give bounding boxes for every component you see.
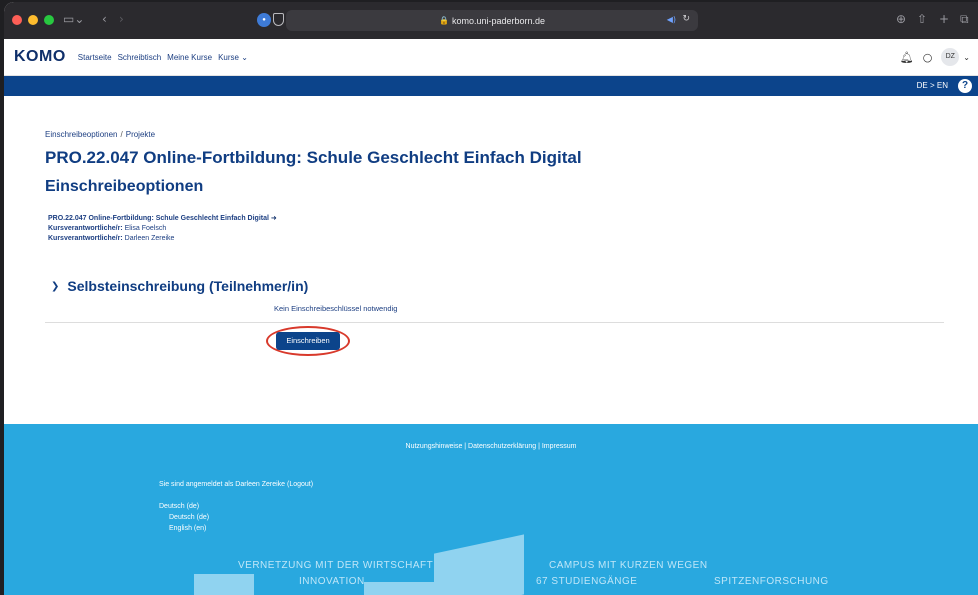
breadcrumb: Einschreibeoptionen / Projekte (45, 130, 155, 139)
chevron-down-icon[interactable]: ❯ (51, 281, 59, 292)
user-avatar[interactable]: DZ (941, 48, 960, 66)
language-switch-link[interactable]: DE > EN (917, 81, 948, 90)
campus-building-illustration (434, 534, 524, 595)
self-enrolment-title: Selbsteinschreibung (Teilnehmer/in) (67, 278, 309, 294)
breadcrumb-item[interactable]: Einschreibeoptionen (45, 130, 118, 139)
enter-course-icon[interactable]: ➜ (271, 214, 277, 222)
lock-icon: 🔒 (438, 16, 449, 25)
url-text: komo.uni-paderborn.de (451, 15, 546, 26)
course-name-link[interactable]: PRO.22.047 Online-Fortbildung: Schule Ge… (48, 215, 269, 222)
breadcrumb-item[interactable]: Projekte (126, 130, 155, 139)
divider (45, 322, 944, 323)
campus-building-illustration (364, 582, 434, 595)
main-content: Einschreibeoptionen / Projekte PRO.22.047 … (4, 96, 978, 424)
browser-toolbar: ▭⌄ ‹ › ● 🔒 komo.uni-paderborn.de ◀) ↻ ⊕ … (4, 2, 978, 39)
nav-startseite[interactable]: Startseite (78, 53, 112, 62)
user-tools: 🔔︎ ○ DZ ⌄ (900, 48, 970, 66)
footer-slogan: SPITZENFORSCHUNG (714, 576, 829, 587)
share-icon[interactable]: ⇧ (917, 11, 927, 27)
new-tab-icon[interactable]: + (939, 11, 949, 27)
notification-bell-icon[interactable]: 🔔︎ (900, 51, 914, 64)
language-option-de[interactable]: Deutsch (de) (169, 514, 209, 521)
breadcrumb-separator: / (120, 130, 123, 139)
window-controls (12, 15, 54, 25)
close-window-button[interactable] (12, 15, 22, 25)
teacher-name-link[interactable]: Elisa Foelsch (125, 225, 167, 232)
address-bar[interactable]: 🔒 komo.uni-paderborn.de ◀) ↻ (286, 10, 698, 31)
teacher-row: Kursverantwortliche/r: Darleen Zereike (48, 234, 277, 244)
language-option-en[interactable]: English (en) (169, 525, 206, 532)
teacher-role: Kursverantwortliche/r: (48, 235, 123, 242)
browser-window: ▭⌄ ‹ › ● 🔒 komo.uni-paderborn.de ◀) ↻ ⊕ … (4, 2, 978, 595)
site-footer: Nutzungshinweise | Datenschutzerklärung … (4, 424, 978, 595)
login-info[interactable]: Sie sind angemeldet als Darleen Zereike … (159, 481, 313, 488)
nav-meine-kurse[interactable]: Meine Kurse (167, 53, 212, 62)
page-title: PRO.22.047 Online-Fortbildung: Schule Ge… (45, 148, 582, 167)
teacher-row: Kursverantwortliche/r: Elisa Foelsch (48, 224, 277, 234)
reload-icon[interactable]: ↻ (682, 14, 690, 24)
messages-icon[interactable]: ○ (923, 51, 933, 64)
nav-kurse-dropdown[interactable]: Kurse ⌄ (218, 53, 248, 62)
site-navbar: KOMO Startseite Schreibtisch Meine Kurse… (4, 39, 978, 76)
language-current[interactable]: Deutsch (de) (159, 503, 199, 510)
language-bar: DE > EN ? (4, 76, 978, 96)
footer-slogan: 67 STUDIENGÄNGE (536, 576, 638, 587)
privacy-shield-icon[interactable] (273, 13, 284, 26)
sidebar-toggle-icon[interactable]: ▭⌄ (63, 11, 84, 27)
zoom-window-button[interactable] (44, 15, 54, 25)
tab-overview-icon[interactable]: ⧉ (960, 11, 969, 27)
help-icon[interactable]: ? (958, 79, 972, 93)
footer-links[interactable]: Nutzungshinweise | Datenschutzerklärung … (4, 443, 978, 450)
back-icon[interactable]: ‹ (102, 11, 107, 27)
minimize-window-button[interactable] (28, 15, 38, 25)
footer-slogan: CAMPUS MIT KURZEN WEGEN (549, 560, 708, 571)
section-title: Einschreibeoptionen (45, 178, 204, 195)
forward-icon[interactable]: › (119, 11, 124, 27)
teacher-name-link[interactable]: Darleen Zereike (125, 235, 175, 242)
enrol-button[interactable]: Einschreiben (276, 332, 340, 350)
nav-schreibtisch[interactable]: Schreibtisch (118, 53, 162, 62)
audio-icon[interactable]: ◀) (667, 15, 676, 24)
no-enrolment-key-text: Kein Einschreibeschlüssel notwendig (274, 304, 398, 313)
course-info-box: PRO.22.047 Online-Fortbildung: Schule Ge… (48, 213, 277, 244)
footer-slogan: INNOVATION (299, 576, 365, 587)
teacher-role: Kursverantwortliche/r: (48, 225, 123, 232)
campus-building-illustration (194, 574, 254, 595)
download-icon[interactable]: ⊕ (896, 11, 906, 27)
user-menu-chevron-icon[interactable]: ⌄ (963, 53, 970, 62)
footer-slogan: VERNETZUNG MIT DER WIRTSCHAFT (238, 560, 434, 571)
site-logo[interactable]: KOMO (14, 48, 66, 66)
extension-icon[interactable]: ● (257, 13, 271, 27)
self-enrolment-heading[interactable]: ❯ Selbsteinschreibung (Teilnehmer/in) (51, 278, 308, 294)
